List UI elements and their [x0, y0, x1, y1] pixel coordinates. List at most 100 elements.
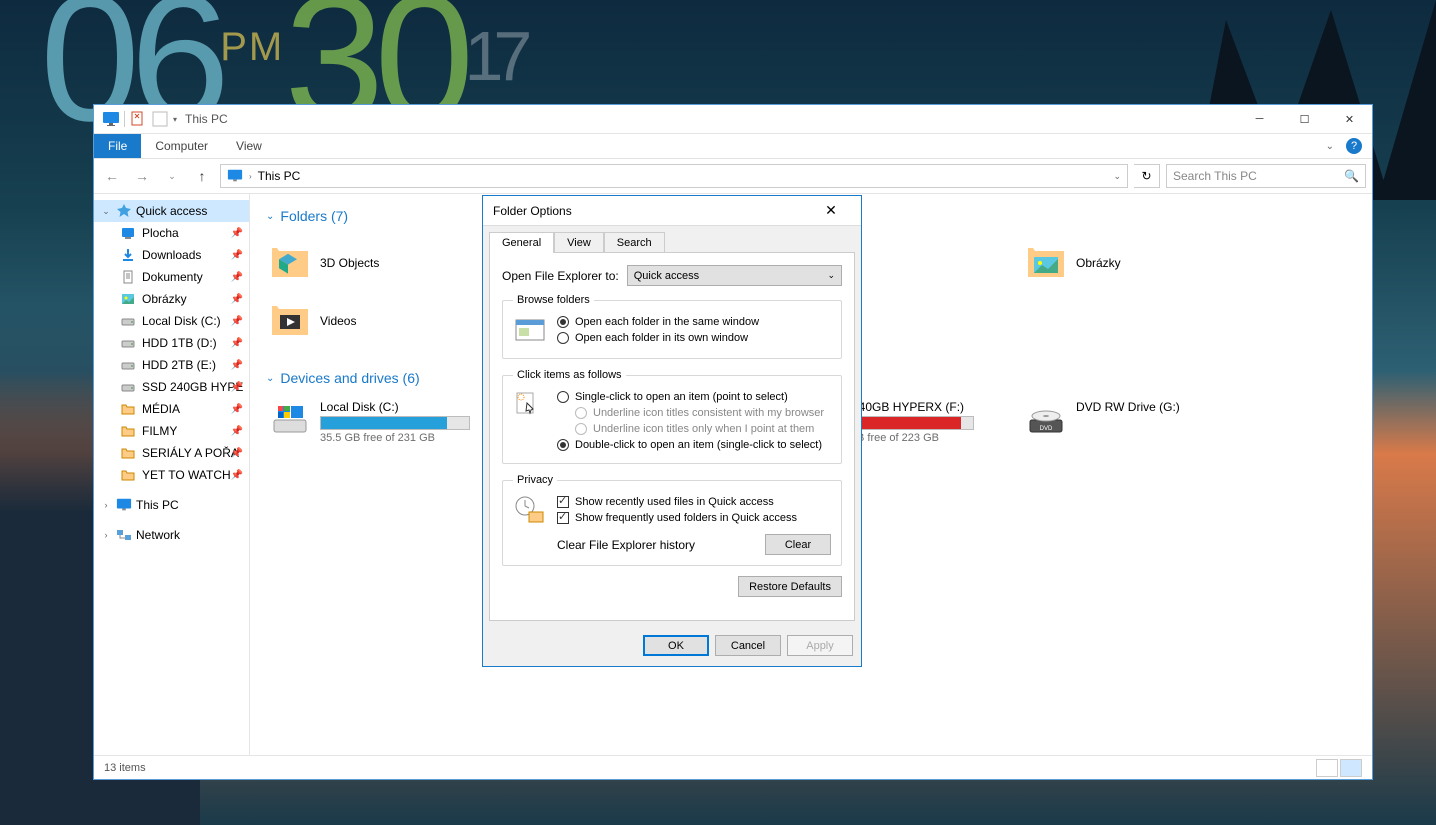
address-field[interactable]: › This PC ⌄ [220, 164, 1128, 188]
drive-icon: DVD [1026, 400, 1066, 440]
nav-item[interactable]: YET TO WATCH📌 [94, 464, 249, 486]
pin-icon: 📌 [231, 448, 243, 459]
privacy-group: Privacy Show recently used files in Quic… [502, 474, 842, 566]
nav-back-button[interactable]: ← [100, 164, 124, 188]
radio-underline-point: Underline icon titles only when I point … [557, 421, 831, 437]
nav-item[interactable]: Dokumenty📌 [94, 266, 249, 288]
chevron-down-icon: ⌄ [266, 211, 274, 222]
search-input[interactable]: Search This PC 🔍 [1166, 164, 1366, 188]
download-icon [120, 247, 136, 263]
radio-own-window[interactable]: Open each folder in its own window [557, 330, 831, 346]
pin-icon: 📌 [231, 360, 243, 371]
pin-icon: 📌 [231, 272, 243, 283]
folder-icon [1026, 243, 1066, 283]
open-explorer-select[interactable]: Quick access⌄ [627, 265, 842, 286]
window-title: This PC [185, 112, 228, 126]
close-button[interactable]: ✕ [1327, 105, 1372, 133]
folder-item[interactable]: Videos [266, 292, 518, 350]
ribbon-expand-icon[interactable]: ⌄ [1326, 141, 1334, 152]
cursor-icon [513, 389, 547, 423]
radio-same-window[interactable]: Open each folder in the same window [557, 314, 831, 330]
qat-dropdown-icon[interactable]: ▾ [173, 115, 177, 124]
picture-icon [120, 291, 136, 307]
nav-item[interactable]: HDD 2TB (E:)📌 [94, 354, 249, 376]
nav-item[interactable]: HDD 1TB (D:)📌 [94, 332, 249, 354]
ribbon-tab-file[interactable]: File [94, 134, 141, 158]
nav-item[interactable]: Downloads📌 [94, 244, 249, 266]
folder-item[interactable]: 3D Objects [266, 234, 518, 292]
disk-icon [120, 313, 136, 329]
clear-button[interactable]: Clear [765, 534, 831, 555]
radio-double-click[interactable]: Double-click to open an item (single-cli… [557, 437, 831, 453]
pin-icon: 📌 [231, 228, 243, 239]
status-bar: 13 items [94, 755, 1372, 779]
monitor-icon [227, 168, 243, 184]
nav-item[interactable]: SERIÁLY A POŘA📌 [94, 442, 249, 464]
tab-general[interactable]: General [489, 232, 554, 253]
chevron-down-icon[interactable]: ⌄ [100, 206, 112, 217]
radio-underline-browser: Underline icon titles consistent with my… [557, 405, 831, 421]
nav-item[interactable]: SSD 240GB HYPE📌 [94, 376, 249, 398]
folder-item[interactable]: Obrázky [1022, 234, 1274, 292]
maximize-button[interactable]: ☐ [1282, 105, 1327, 133]
tab-search[interactable]: Search [604, 232, 665, 253]
nav-network[interactable]: › Network [94, 524, 249, 546]
titlebar[interactable]: ▾ This PC ─ ☐ ✕ [94, 105, 1372, 134]
refresh-button[interactable]: ↻ [1134, 164, 1160, 188]
ok-button[interactable]: OK [643, 635, 709, 656]
ribbon-tab-view[interactable]: View [222, 134, 276, 158]
click-items-group: Click items as follows Single-click to o… [502, 369, 842, 464]
disk-icon [120, 357, 136, 373]
history-icon [513, 494, 547, 528]
qat-blank-icon[interactable] [151, 110, 169, 128]
view-large-button[interactable] [1340, 759, 1362, 777]
checkbox-recent-files[interactable]: Show recently used files in Quick access [557, 494, 831, 510]
nav-item[interactable]: Obrázky📌 [94, 288, 249, 310]
nav-item[interactable]: Plocha📌 [94, 222, 249, 244]
nav-this-pc[interactable]: › This PC [94, 494, 249, 516]
radio-single-click[interactable]: Single-click to open an item (point to s… [557, 389, 831, 405]
document-icon [120, 269, 136, 285]
pin-icon: 📌 [231, 294, 243, 305]
ribbon-tab-computer[interactable]: Computer [141, 134, 222, 158]
cancel-button[interactable]: Cancel [715, 635, 781, 656]
checkbox-frequent-folders[interactable]: Show frequently used folders in Quick ac… [557, 510, 831, 526]
folder-icon [270, 301, 310, 341]
nav-recent-dropdown[interactable]: ⌄ [160, 164, 184, 188]
address-path: This PC [258, 169, 301, 183]
pin-icon: 📌 [231, 382, 243, 393]
nav-up-button[interactable]: ↑ [190, 164, 214, 188]
dialog-title: Folder Options [493, 204, 572, 218]
apply-button[interactable]: Apply [787, 635, 853, 656]
restore-defaults-button[interactable]: Restore Defaults [738, 576, 842, 597]
nav-item[interactable]: MÉDIA📌 [94, 398, 249, 420]
minimize-button[interactable]: ─ [1237, 105, 1282, 133]
nav-quick-access[interactable]: ⌄ Quick access [94, 200, 249, 222]
drive-item[interactable]: Local Disk (C:)35.5 GB free of 231 GB [266, 396, 518, 448]
drive-item[interactable]: DVDDVD RW Drive (G:) [1022, 396, 1274, 448]
nav-item[interactable]: Local Disk (C:)📌 [94, 310, 249, 332]
chevron-down-icon: ⌄ [827, 270, 835, 281]
disk-icon [120, 379, 136, 395]
properties-qat-icon[interactable] [129, 110, 147, 128]
tab-view[interactable]: View [554, 232, 604, 253]
help-icon[interactable]: ? [1346, 138, 1362, 154]
nav-item[interactable]: FILMY📌 [94, 420, 249, 442]
view-details-button[interactable] [1316, 759, 1338, 777]
star-icon [116, 203, 132, 219]
chevron-down-icon: ⌄ [266, 373, 274, 384]
pin-icon: 📌 [231, 250, 243, 261]
folder-icon [270, 243, 310, 283]
network-icon [116, 527, 132, 543]
nav-forward-button: → [130, 164, 154, 188]
dialog-close-button[interactable]: ✕ [811, 196, 851, 226]
folder-icon [120, 401, 136, 417]
clear-history-label: Clear File Explorer history [557, 538, 695, 552]
window-icon [513, 314, 547, 348]
chevron-right-icon[interactable]: › [100, 500, 112, 510]
pin-icon: 📌 [231, 426, 243, 437]
address-dropdown-icon[interactable]: ⌄ [1113, 171, 1121, 182]
chevron-right-icon[interactable]: › [100, 530, 112, 540]
monitor-icon [102, 110, 120, 128]
dialog-titlebar[interactable]: Folder Options ✕ [483, 196, 861, 226]
